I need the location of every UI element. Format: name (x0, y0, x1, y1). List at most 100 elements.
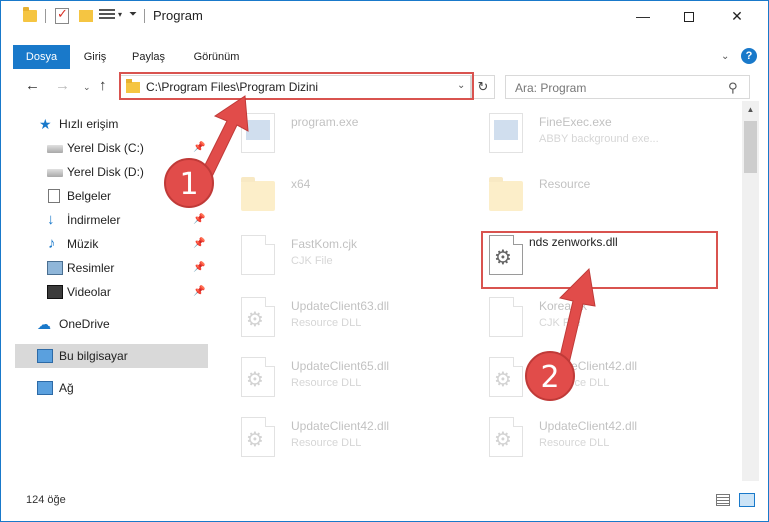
file-name: FastKom.cjk (291, 237, 358, 251)
file-name: Resource (539, 177, 591, 191)
pin-icon[interactable]: 📌 (193, 136, 205, 160)
search-input[interactable]: Ara: Program ⚲ (505, 75, 750, 99)
tab-file[interactable]: Dosya (13, 45, 70, 69)
sidebar-item-label: Ağ (59, 381, 74, 395)
exe-icon (241, 113, 275, 153)
details-view-icon[interactable] (716, 494, 730, 506)
star-icon: ★ (39, 116, 52, 132)
list-item[interactable]: ⚙ UpdateClient42.dll Resource DLL (235, 409, 475, 465)
gear-icon: ⚙ (494, 429, 512, 451)
sidebar-item-local-disk-c[interactable]: Yerel Disk (C:) 📌 (15, 136, 208, 160)
search-placeholder: Ara: Program (515, 81, 587, 95)
sidebar-item-quick-access[interactable]: ★ Hızlı erişim (15, 112, 208, 136)
file-type: Resource DLL (539, 437, 610, 449)
customize-toolbar-icon[interactable]: ⏷ (129, 9, 137, 20)
pin-icon[interactable]: 📌 (193, 232, 205, 256)
list-item[interactable]: ⚙ UpdateClient65.dll Resource DLL (235, 349, 475, 405)
chevron-down-icon[interactable]: ▾ (118, 10, 122, 19)
file-icon (241, 235, 275, 275)
file-type: ABBY background exe... (539, 133, 659, 145)
list-item[interactable]: x64 (235, 167, 475, 223)
sidebar-item-downloads[interactable]: ↓ İndirmeler 📌 (15, 208, 208, 232)
new-folder-icon[interactable] (79, 10, 93, 22)
sidebar-item-label: Yerel Disk (C:) (67, 141, 144, 155)
sidebar-item-pictures[interactable]: Resimler 📌 (15, 256, 208, 280)
help-icon[interactable]: ? (741, 48, 757, 64)
refresh-button[interactable]: ↻ (471, 75, 495, 99)
pin-icon[interactable]: 📌 (193, 208, 205, 232)
list-item[interactable]: FineExec.exe ABBY background exe... (483, 105, 723, 161)
tab-view[interactable]: Görünüm (184, 45, 249, 69)
close-button[interactable]: ✕ (714, 1, 760, 31)
pc-icon (37, 349, 53, 363)
sidebar-item-label: Yerel Disk (D:) (67, 165, 144, 179)
title-bar: ▾ ⏷ Program — ✕ (1, 1, 768, 31)
sidebar-item-music[interactable]: ♪ Müzik 📌 (15, 232, 208, 256)
list-item[interactable]: Korea...k CJK File (483, 289, 723, 345)
sidebar-item-onedrive[interactable]: ☁ OneDrive (15, 312, 208, 336)
folder-icon (489, 177, 523, 211)
dll-icon: ⚙ (241, 297, 275, 337)
explorer-window: ▾ ⏷ Program — ✕ Dosya Giriş Paylaş Görün… (0, 0, 769, 522)
sidebar-item-this-pc[interactable]: Bu bilgisayar (15, 344, 208, 368)
vertical-scrollbar[interactable]: ▲ (742, 101, 759, 481)
pictures-icon (47, 261, 63, 275)
list-item[interactable]: program.exe (235, 105, 475, 161)
scroll-up-icon[interactable]: ▲ (742, 101, 759, 118)
sidebar-item-label: Belgeler (67, 189, 112, 203)
network-icon (37, 381, 53, 395)
pin-icon[interactable]: 📌 (193, 256, 205, 280)
sidebar-item-label: Müzik (67, 237, 99, 251)
properties-check-icon[interactable] (55, 6, 69, 24)
file-type: Resource DLL (291, 317, 362, 329)
scroll-thumb[interactable] (744, 121, 757, 173)
list-item[interactable]: FastKom.cjk CJK File (235, 227, 475, 283)
list-item[interactable]: Resource (483, 167, 723, 223)
gear-icon: ⚙ (246, 369, 264, 391)
maximize-button[interactable] (666, 1, 712, 31)
folder-icon (241, 177, 275, 211)
search-icon[interactable]: ⚲ (728, 80, 738, 96)
downloads-icon: ↓ (47, 211, 55, 228)
sidebar-item-label: OneDrive (59, 317, 110, 331)
folder-icon[interactable] (23, 7, 37, 22)
recent-locations-button[interactable]: ⌄ (83, 82, 91, 93)
callout-badge: 2 (525, 351, 575, 401)
rename-icon[interactable] (99, 9, 115, 23)
cloud-icon: ☁ (37, 316, 51, 332)
file-list: program.exe FineExec.exe ABBY background… (227, 101, 742, 481)
file-name: UpdateClient63.dll (291, 299, 390, 313)
item-count: 124 öğe (26, 494, 66, 506)
list-item[interactable]: ⚙ UpdateClient42.dll Resource DLL (483, 409, 723, 465)
pin-icon[interactable]: 📌 (193, 280, 205, 304)
drive-icon (47, 145, 63, 153)
chevron-down-icon[interactable]: ⌄ (721, 51, 729, 62)
forward-button[interactable]: → (55, 77, 70, 94)
file-name: UpdateClient65.dll (291, 359, 390, 373)
tab-share[interactable]: Paylaş (121, 45, 176, 69)
list-item[interactable]: ⚙ UpdateClient63.dll Resource DLL (235, 289, 475, 345)
ribbon: Dosya Giriş Paylaş Görünüm ⌄ ? (1, 45, 768, 69)
gear-icon: ⚙ (246, 429, 264, 451)
up-button[interactable]: ↑ (99, 77, 107, 94)
sidebar-item-label: Bu bilgisayar (59, 349, 128, 363)
divider (144, 9, 145, 23)
list-item[interactable]: ⚙ UpdateClient42.dll Resource DLL (483, 349, 723, 405)
dll-icon: ⚙ (241, 357, 275, 397)
gear-icon: ⚙ (494, 369, 512, 391)
file-name: Korea...k (539, 299, 588, 313)
sidebar-item-label: Resimler (67, 261, 115, 275)
file-type: Resource DLL (291, 437, 362, 449)
tab-home[interactable]: Giriş (75, 45, 115, 69)
file-name: UpdateClient42.dll (539, 419, 638, 433)
dll-icon: ⚙ (489, 357, 523, 397)
sidebar-item-videos[interactable]: Videolar 📌 (15, 280, 208, 304)
address-highlight-box (119, 72, 474, 100)
sidebar-item-network[interactable]: Ağ (15, 376, 208, 400)
large-icons-view-icon[interactable] (739, 493, 755, 507)
minimize-button[interactable]: — (620, 1, 666, 31)
sidebar-item-label: Hızlı erişim (59, 117, 119, 131)
back-button[interactable]: ← (25, 77, 40, 94)
file-name: x64 (291, 177, 311, 191)
callout-badge: 1 (164, 158, 214, 208)
